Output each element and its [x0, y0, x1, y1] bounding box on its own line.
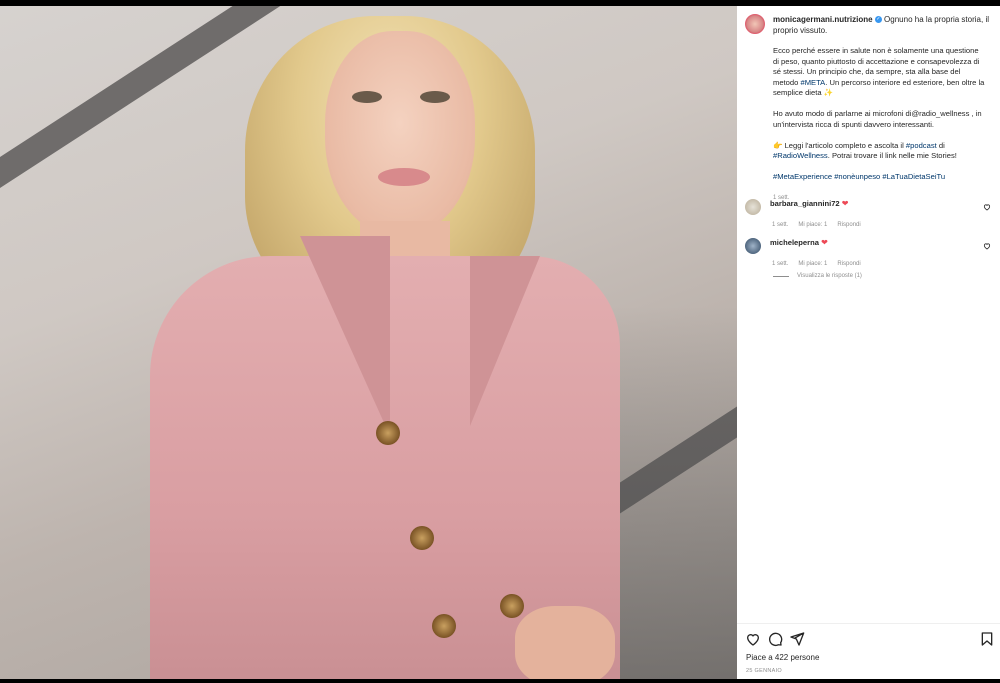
comment-time: 1 sett. — [772, 261, 789, 267]
hashtag-link[interactable]: #MetaExperience #nonèunpeso #LaTuaDietaS… — [773, 172, 945, 181]
comment-username[interactable]: micheleperna — [770, 238, 819, 247]
jacket-button — [410, 526, 434, 550]
caption-text: . Potrai trovare il link nelle mie Stori… — [827, 151, 957, 160]
jacket-button — [432, 614, 456, 638]
caption-intro: monicagermani.nutrizione ✓ Ognuno ha la … — [773, 14, 990, 36]
comment-item: barbara_giannini72 ❤ 1 sett. Mi piace: 1… — [745, 199, 995, 228]
reply-button[interactable]: Rispondi — [837, 261, 860, 267]
jacket-lapel — [300, 236, 390, 436]
caption-header: monicagermani.nutrizione ✓ Ognuno ha la … — [745, 14, 990, 36]
lips — [378, 168, 430, 186]
comment-text: barbara_giannini72 ❤ — [770, 199, 848, 209]
heart-emoji: ❤ — [821, 238, 828, 247]
caption-paragraph: Ho avuto modo di parlarne ai microfoni d… — [773, 109, 985, 130]
avatar[interactable] — [745, 238, 761, 254]
avatar[interactable] — [745, 199, 761, 215]
jacket-lapel — [470, 256, 540, 426]
comment-text: micheleperna ❤ — [770, 238, 828, 248]
caption-paragraph: #MetaExperience #nonèunpeso #LaTuaDietaS… — [773, 172, 985, 183]
hashtag-link[interactable]: #podcast — [906, 141, 937, 150]
comment-likes[interactable]: Mi piace: 1 — [798, 261, 827, 267]
comment-likes[interactable]: Mi piace: 1 — [798, 222, 827, 228]
post-date: 25 GENNAIO — [746, 668, 783, 674]
hand — [515, 606, 615, 679]
comment-meta: 1 sett. Mi piace: 1 Rispondi — [772, 222, 995, 228]
caption-body: Ecco perché essere in salute non è solam… — [773, 46, 985, 214]
hashtag-link[interactable]: #META — [800, 78, 825, 87]
comment-meta: 1 sett. Mi piace: 1 Rispondi — [772, 261, 995, 267]
bookmark-icon[interactable] — [979, 631, 995, 647]
eye — [420, 91, 450, 103]
jacket-button — [500, 594, 524, 618]
username-link[interactable]: monicagermani.nutrizione — [773, 15, 873, 24]
view-replies-button[interactable]: Visualizza le risposte (1) — [773, 273, 862, 279]
verified-icon: ✓ — [874, 16, 882, 24]
view-replies-label: Visualizza le risposte (1) — [797, 273, 862, 279]
post-photo[interactable] — [0, 6, 737, 679]
reply-button[interactable]: Rispondi — [837, 222, 860, 228]
comment-icon[interactable] — [767, 631, 783, 647]
comment-time: 1 sett. — [772, 222, 789, 228]
replies-dash — [773, 275, 789, 277]
caption-paragraph: 👉 Leggi l'articolo completo e ascolta il… — [773, 141, 985, 162]
jacket-button — [376, 421, 400, 445]
heart-icon[interactable] — [745, 631, 761, 647]
heart-outline-icon[interactable] — [983, 242, 991, 250]
comment-username[interactable]: barbara_giannini72 — [770, 199, 840, 208]
action-bar — [745, 631, 995, 649]
hashtag-link[interactable]: #RadioWellness — [773, 151, 828, 160]
caption-text: di — [938, 140, 945, 150]
avatar[interactable] — [745, 14, 765, 34]
heart-outline-icon[interactable] — [983, 203, 991, 211]
divider — [737, 623, 1000, 624]
share-icon[interactable] — [789, 631, 805, 647]
face — [325, 31, 475, 236]
bottom-bar — [0, 679, 1000, 683]
heart-emoji: ❤ — [841, 199, 849, 208]
eye — [352, 91, 382, 103]
comment-line: micheleperna ❤ — [745, 238, 995, 254]
caption-text: Ho avuto modo di parlarne ai microfoni d… — [773, 109, 982, 129]
caption-paragraph: Ecco perché essere in salute non è solam… — [773, 46, 985, 99]
comment-item: micheleperna ❤ 1 sett. Mi piace: 1 Rispo… — [745, 238, 995, 267]
post-side-panel: monicagermani.nutrizione ✓ Ognuno ha la … — [737, 6, 1000, 679]
comment-line: barbara_giannini72 ❤ — [745, 199, 995, 215]
likes-count[interactable]: Piace a 422 persone — [746, 653, 819, 662]
caption-text: 👉 Leggi l'articolo completo e ascolta il — [773, 140, 904, 150]
